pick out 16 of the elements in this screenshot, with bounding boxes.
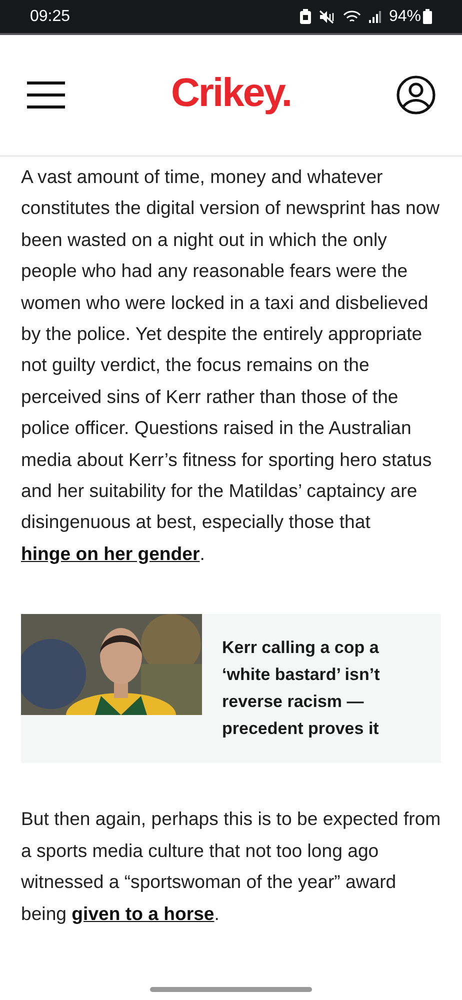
mute-icon — [318, 10, 335, 24]
battery-icon — [423, 9, 432, 24]
article-paragraph: But then again, perhaps this is to be expected from a sports media culture that not too long ago witnessed a “sportswoman of the year” award being given to a horse. — [20, 807, 442, 926]
status-time: 09:25 — [30, 6, 70, 26]
article-link[interactable]: hinge on her gender — [21, 542, 200, 564]
related-headline[interactable]: Kerr calling a cop a ‘white bastard’ isn’t reverse racism — precedent proves it — [202, 614, 441, 764]
battery-saver-icon — [300, 9, 311, 24]
battery-level: 94% — [388, 6, 421, 26]
article-link[interactable]: given to a horse — [72, 902, 214, 924]
menu-icon[interactable] — [26, 81, 66, 109]
logo[interactable]: Crikey. — [171, 63, 291, 123]
account-icon[interactable] — [396, 75, 436, 115]
article-paragraph: A vast amount of time, money and whatever constitutes the digital version of newsprint has now been wasted on a night out in which the only people who had any reasonable fears were the women who were locked in a taxi and disbelieved by the police. Yet despite the entirely appropriate not guilty verdict, the focus remains on the perceived sins of Kerr rather than those of the police officer. Questions raised in the Australian media about Kerr’s fitness for sporting hero status and her suitability for the Matildas’ captaincy are disingenuous at best, especially those that hinge on her gender. — [20, 165, 441, 566]
wifi-icon — [342, 10, 361, 24]
signal-icon — [368, 10, 381, 23]
related-article-card[interactable]: Kerr calling a cop a ‘white bastard’ isn’t reverse racism — precedent proves it — [21, 614, 441, 764]
